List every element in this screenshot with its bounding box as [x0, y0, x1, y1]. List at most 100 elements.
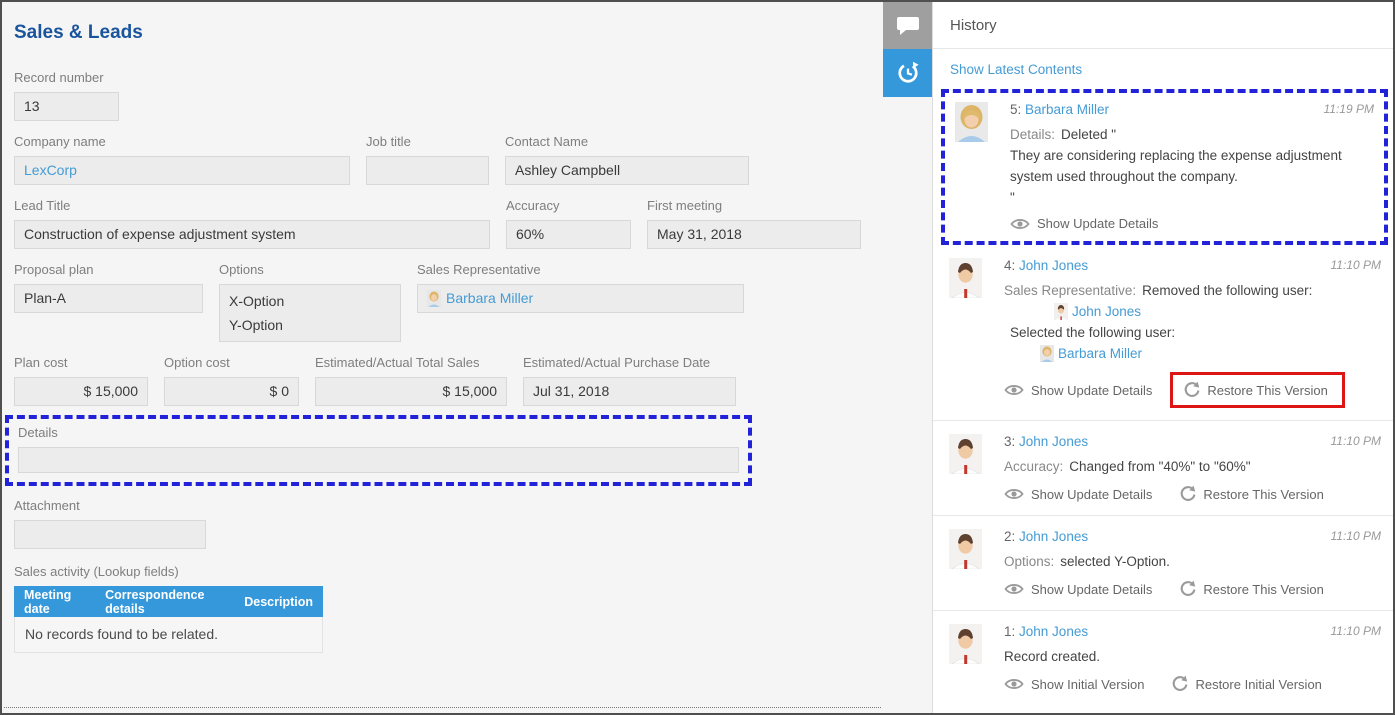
eye-icon — [1004, 677, 1024, 691]
total-sales-label: Estimated/Actual Total Sales — [315, 355, 507, 370]
show-initial-version-link[interactable]: Show Initial Version — [1004, 677, 1144, 692]
details-value — [18, 447, 739, 473]
entry-2-time: 11:10 PM — [1331, 529, 1381, 543]
user-avatar-john — [949, 434, 982, 474]
sales-representative-link[interactable]: Barbara Miller — [446, 285, 533, 312]
restore-version-highlight: Restore This Version — [1170, 372, 1344, 408]
entry-4-user-link[interactable]: John Jones — [1019, 258, 1088, 273]
plan-cost-label: Plan cost — [14, 355, 148, 370]
column-meeting-date[interactable]: Meeting date — [24, 588, 91, 616]
user-avatar-john — [949, 624, 982, 664]
history-entry-2: 11:10 PM 2: John Jones Options: selected … — [933, 515, 1393, 610]
user-avatar-john — [949, 529, 982, 569]
field-attachment: Attachment — [14, 498, 871, 549]
purchase-date-label: Estimated/Actual Purchase Date — [523, 355, 736, 370]
field-contact-name: Contact Name Ashley Campbell — [505, 134, 749, 185]
refresh-icon — [1178, 485, 1196, 503]
restore-this-version-link[interactable]: Restore This Version — [1182, 381, 1327, 399]
column-description[interactable]: Description — [244, 595, 313, 609]
details-field-highlight: Details — [5, 415, 752, 486]
sales-representative-value: Barbara Miller — [417, 284, 744, 313]
entry-2-user-link[interactable]: John Jones — [1019, 529, 1088, 544]
options-label: Options — [219, 262, 401, 277]
proposal-plan-value: Plan-A — [14, 284, 203, 313]
record-form-pane: Sales & Leads Record number 13 Company n… — [2, 2, 883, 713]
entry-2-change-text: selected Y-Option. — [1060, 554, 1170, 569]
side-tab-column — [883, 2, 932, 97]
eye-icon — [1004, 582, 1024, 596]
field-option-cost: Option cost $ 0 — [164, 355, 299, 406]
eye-icon — [1010, 217, 1030, 231]
removed-user-link[interactable]: John Jones — [1072, 301, 1141, 322]
bottom-dotted-divider — [4, 707, 881, 708]
option-y: Y-Option — [229, 313, 391, 337]
entry-3-user-link[interactable]: John Jones — [1019, 434, 1088, 449]
field-lead-title: Lead Title Construction of expense adjus… — [14, 198, 490, 249]
field-total-sales: Estimated/Actual Total Sales $ 15,000 — [315, 355, 507, 406]
field-company-name: Company name LexCorp — [14, 134, 350, 185]
entry-2-number: 2: — [1004, 529, 1015, 544]
user-avatar-barbara — [955, 102, 988, 142]
history-entry-4: 11:10 PM 4: John Jones Sales Representat… — [933, 245, 1393, 420]
sales-activity-empty-message: No records found to be related. — [14, 617, 323, 653]
field-record-number: Record number 13 — [14, 70, 871, 121]
refresh-icon — [1182, 381, 1200, 399]
entry-1-time: 11:10 PM — [1331, 624, 1381, 638]
user-avatar-john — [949, 258, 982, 298]
entry-5-closing-quote: " — [1010, 187, 1376, 208]
restore-this-version-link[interactable]: Restore This Version — [1178, 485, 1323, 503]
show-update-details-link[interactable]: Show Update Details — [1004, 487, 1152, 502]
entry-5-user-link[interactable]: Barbara Miller — [1025, 102, 1109, 117]
history-entry-1: 11:10 PM 1: John Jones Record created. S… — [933, 610, 1393, 705]
entry-4-number: 4: — [1004, 258, 1015, 273]
field-sales-activity: Sales activity (Lookup fields) Meeting d… — [14, 564, 871, 653]
entry-4-time: 11:10 PM — [1331, 258, 1381, 272]
field-accuracy: Accuracy 60% — [506, 198, 631, 249]
show-latest-contents-link[interactable]: Show Latest Contents — [950, 62, 1082, 77]
accuracy-label: Accuracy — [506, 198, 631, 213]
contact-name-label: Contact Name — [505, 134, 749, 149]
restore-initial-version-link[interactable]: Restore Initial Version — [1170, 675, 1321, 693]
entry-1-change-text: Record created. — [1004, 649, 1100, 664]
field-options: Options X-Option Y-Option — [219, 262, 401, 342]
entry-5-time: 11:19 PM — [1324, 102, 1374, 116]
entry-3-number: 3: — [1004, 434, 1015, 449]
accuracy-value: 60% — [506, 220, 631, 249]
show-update-details-link[interactable]: Show Update Details — [1010, 216, 1158, 231]
entry-4-selected-text: Selected the following user: — [1010, 322, 1383, 343]
proposal-plan-label: Proposal plan — [14, 262, 203, 277]
entry-5-deleted-text: They are considering replacing the expen… — [1010, 145, 1376, 187]
column-correspondence-details[interactable]: Correspondence details — [105, 588, 230, 616]
attachment-label: Attachment — [14, 498, 871, 513]
lead-title-value: Construction of expense adjustment syste… — [14, 220, 490, 249]
barbara-miller-avatar — [427, 290, 441, 307]
total-sales-value: $ 15,000 — [315, 377, 507, 406]
purchase-date-value: Jul 31, 2018 — [523, 377, 736, 406]
sales-activity-table-header: Meeting date Correspondence details Desc… — [14, 586, 323, 617]
details-label: Details — [18, 425, 739, 440]
tab-comments[interactable] — [883, 2, 932, 49]
company-name-value: LexCorp — [14, 156, 350, 185]
history-pane: History Show Latest Contents 11:19 PM 5:… — [932, 2, 1393, 713]
entry-2-field-label: Options: — [1004, 554, 1054, 569]
sales-activity-table: Meeting date Correspondence details Desc… — [14, 586, 323, 653]
restore-this-version-link[interactable]: Restore This Version — [1178, 580, 1323, 598]
field-sales-representative: Sales Representative Barbara Miller — [417, 262, 744, 313]
entry-4-change-text: Removed the following user: — [1142, 283, 1312, 298]
field-job-title: Job title — [366, 134, 489, 185]
company-name-link[interactable]: LexCorp — [24, 162, 77, 178]
record-number-value: 13 — [14, 92, 119, 121]
speech-bubble-icon — [895, 14, 921, 38]
show-update-details-link[interactable]: Show Update Details — [1004, 383, 1152, 398]
selected-user-link[interactable]: Barbara Miller — [1058, 343, 1142, 364]
refresh-icon — [1178, 580, 1196, 598]
selected-user-avatar — [1040, 345, 1054, 362]
first-meeting-value: May 31, 2018 — [647, 220, 861, 249]
lead-title-label: Lead Title — [14, 198, 490, 213]
entry-3-change-text: Changed from "40%" to "60%" — [1069, 459, 1250, 474]
history-title: History — [933, 2, 1393, 49]
field-plan-cost: Plan cost $ 15,000 — [14, 355, 148, 406]
tab-history[interactable] — [883, 49, 932, 97]
show-update-details-link[interactable]: Show Update Details — [1004, 582, 1152, 597]
entry-1-user-link[interactable]: John Jones — [1019, 624, 1088, 639]
